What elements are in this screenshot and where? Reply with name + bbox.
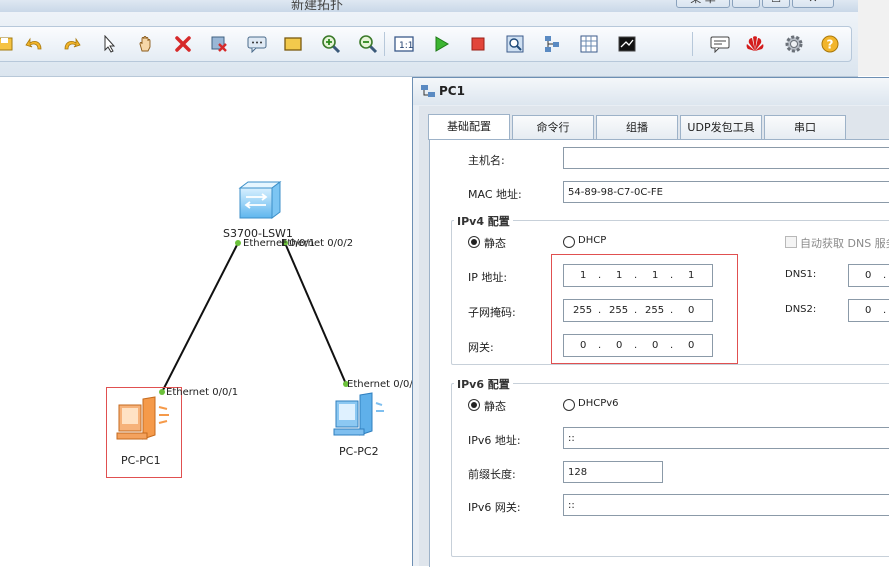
- ipv6-dhcpv6-label: DHCPv6: [578, 398, 619, 409]
- ipv4-dhcp-radio[interactable]: [563, 236, 575, 248]
- start-device-icon[interactable]: [430, 33, 452, 55]
- ipv6-dhcpv6-radio[interactable]: [563, 399, 575, 411]
- tab-command-line[interactable]: 命令行: [512, 115, 594, 139]
- ipv6-address-input[interactable]: ::: [563, 427, 889, 449]
- auto-dns-checkbox[interactable]: [785, 236, 797, 248]
- topology-links: [159, 240, 349, 395]
- ip-fields-highlight: [551, 254, 738, 364]
- dialog-title-bar[interactable]: PC1: [413, 78, 889, 105]
- pc1-port-label: Ethernet 0/0/1: [166, 387, 239, 398]
- svg-text:?: ?: [827, 38, 834, 52]
- window-controls: 菜 单 — ☐ ✕: [676, 0, 836, 8]
- delete-icon[interactable]: [172, 33, 194, 55]
- topology-canvas[interactable]: S3700-LSW1 Ethernet 0/0/1 Ethernet 0/0/2…: [0, 77, 413, 565]
- mac-label: MAC 地址:: [468, 188, 522, 201]
- maximize-button[interactable]: ☐: [762, 0, 790, 8]
- link-lsw1-pc2[interactable]: [284, 242, 347, 385]
- pc2-label: PC-PC2: [339, 445, 379, 458]
- dns1-input[interactable]: 0.: [848, 264, 889, 287]
- tab-multicast[interactable]: 组播: [596, 115, 678, 139]
- link-lsw1-pc1[interactable]: [161, 242, 239, 393]
- tab-udp-tool[interactable]: UDP发包工具: [680, 115, 762, 139]
- save-icon[interactable]: [0, 33, 16, 55]
- redo-icon[interactable]: [60, 33, 82, 55]
- select-arrow-icon[interactable]: [99, 33, 121, 55]
- pan-hand-icon[interactable]: [135, 33, 157, 55]
- prefix-length-label: 前缀长度:: [468, 468, 516, 481]
- tab-serial[interactable]: 串口: [764, 115, 846, 139]
- topology-icon[interactable]: [541, 33, 563, 55]
- pc2-icon[interactable]: [332, 391, 388, 444]
- dialog-title: PC1: [439, 84, 465, 98]
- chat-icon[interactable]: [709, 33, 731, 55]
- toolbar-separator: [692, 32, 693, 56]
- device-icon: [420, 83, 436, 102]
- switch-icon[interactable]: [236, 180, 282, 227]
- delete-link-icon[interactable]: [208, 33, 230, 55]
- switch-port2-label: Ethernet 0/0/2: [281, 238, 354, 249]
- ipv4-group-title: IPv4 配置: [454, 213, 513, 229]
- zoom-out-icon[interactable]: [357, 33, 379, 55]
- ipv4-static-radio[interactable]: [468, 236, 480, 248]
- fit-screen-icon[interactable]: 1:1: [393, 33, 415, 55]
- ipv6-gateway-input[interactable]: ::: [563, 494, 889, 516]
- tab-basic-config[interactable]: 基础配置: [428, 114, 510, 140]
- ipv6-group-title: IPv6 配置: [454, 376, 513, 392]
- title-bar: 新建拓扑 菜 单 — ☐ ✕: [0, 0, 889, 12]
- gateway-label: 网关:: [468, 341, 494, 354]
- subnet-mask-label: 子网掩码:: [468, 306, 516, 319]
- ipv4-dhcp-label: DHCP: [578, 235, 607, 246]
- window-edge: [858, 0, 889, 76]
- help-icon[interactable]: ?: [819, 33, 841, 55]
- undo-icon[interactable]: [24, 33, 46, 55]
- pc1-config-dialog: PC1 基础配置 命令行 组播 UDP发包工具 串口 主机名: MAC 地址: …: [412, 77, 889, 567]
- dns2-label: DNS2:: [785, 304, 817, 315]
- dialog-body: 基础配置 命令行 组播 UDP发包工具 串口 主机名: MAC 地址: 54-8…: [419, 106, 889, 567]
- ipv6-static-radio[interactable]: [468, 399, 480, 411]
- close-window-button[interactable]: ✕: [792, 0, 834, 8]
- ipv6-group: [451, 383, 889, 557]
- ipv6-address-label: IPv6 地址:: [468, 434, 521, 447]
- minimize-button[interactable]: —: [732, 0, 760, 8]
- menu-button[interactable]: 菜 单: [676, 0, 730, 8]
- settings-icon[interactable]: [783, 33, 805, 55]
- huawei-logo-icon[interactable]: [744, 33, 766, 55]
- ip-address-label: IP 地址:: [468, 271, 508, 284]
- hostname-input[interactable]: [563, 147, 889, 169]
- port-status-dot: [235, 240, 241, 246]
- toolbar: 1:1 ?: [0, 12, 858, 77]
- svg-text:1:1: 1:1: [399, 41, 413, 51]
- basic-config-panel: 主机名: MAC 地址: 54-89-98-C7-0C-FE IPv4 配置 静…: [429, 139, 889, 567]
- stop-device-icon[interactable]: [467, 33, 489, 55]
- pc1-label: PC-PC1: [121, 454, 161, 467]
- toolbar-separator: [384, 32, 385, 56]
- auto-dns-label: 自动获取 DNS 服务: [800, 237, 889, 250]
- zoom-in-icon[interactable]: [320, 33, 342, 55]
- ipv6-static-label: 静态: [484, 400, 506, 413]
- capture-icon[interactable]: [504, 33, 526, 55]
- rectangle-icon[interactable]: [282, 33, 304, 55]
- dns2-input[interactable]: 0.: [848, 299, 889, 322]
- dns1-label: DNS1:: [785, 269, 817, 280]
- hostname-label: 主机名:: [468, 154, 505, 167]
- mac-input[interactable]: 54-89-98-C7-0C-FE: [563, 181, 889, 203]
- terminal-icon[interactable]: [616, 33, 638, 55]
- prefix-length-input[interactable]: 128: [563, 461, 663, 483]
- text-note-icon[interactable]: [246, 33, 268, 55]
- pc2-port-label: Ethernet 0/0/: [347, 379, 413, 390]
- ipv6-gateway-label: IPv6 网关:: [468, 501, 521, 514]
- ipv4-static-label: 静态: [484, 237, 506, 250]
- window-title: 新建拓扑: [291, 0, 344, 12]
- grid-icon[interactable]: [578, 33, 600, 55]
- pc1-icon[interactable]: [115, 395, 171, 448]
